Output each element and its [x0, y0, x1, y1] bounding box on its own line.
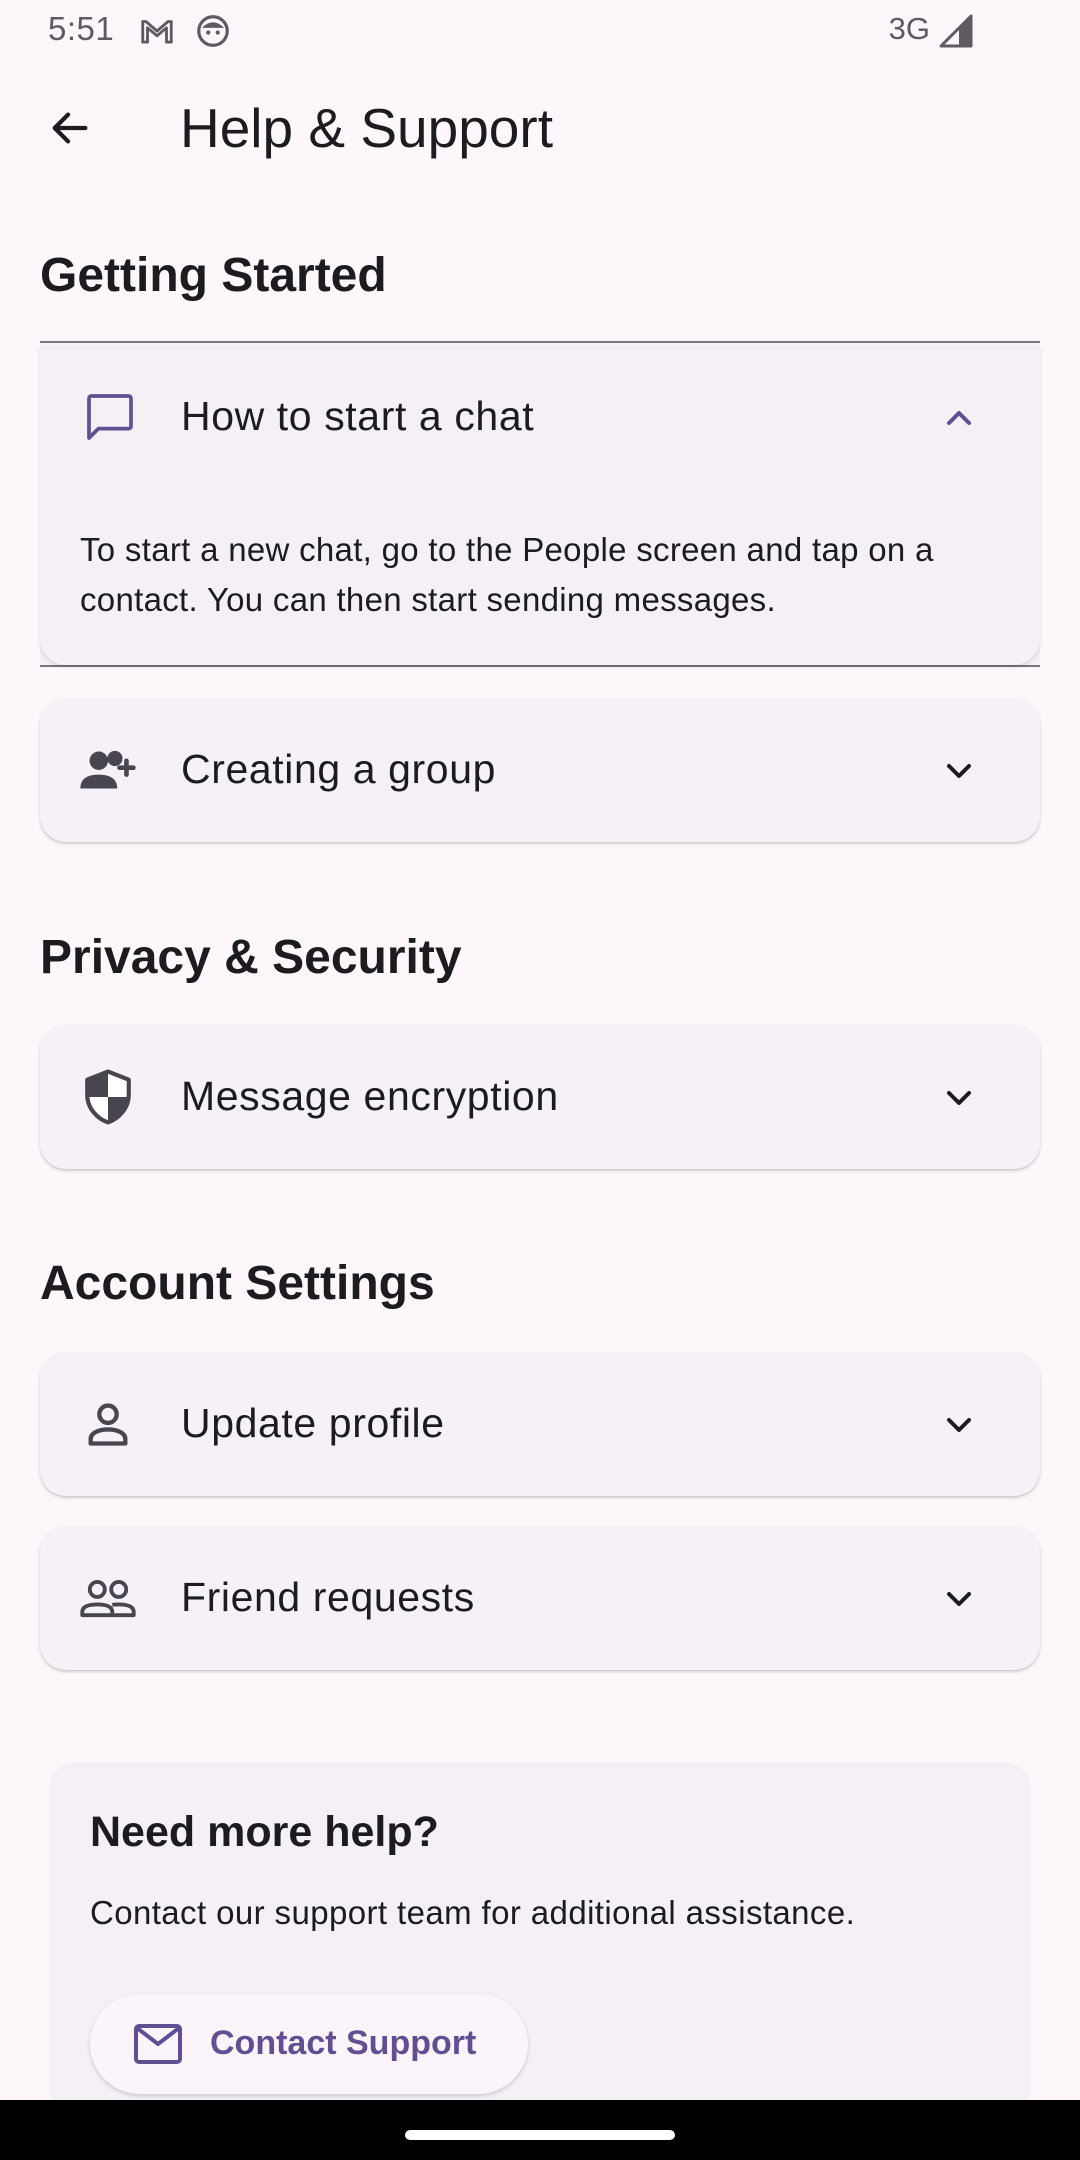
back-button[interactable]	[36, 96, 104, 164]
shield-icon	[78, 1067, 138, 1127]
chevron-down-icon[interactable]	[938, 1077, 980, 1119]
faq-item-creating-group[interactable]: Creating a group	[40, 698, 1040, 842]
help-card-description: Contact our support team for additional …	[90, 1894, 856, 1931]
section-heading-getting-started: Getting Started	[40, 249, 387, 302]
signal-icon	[938, 13, 974, 54]
faq-item-title: Update profile	[181, 1400, 445, 1446]
home-gesture-handle[interactable]	[405, 2130, 675, 2140]
person-icon	[78, 1394, 138, 1454]
faq-item-title: How to start a chat	[181, 393, 535, 439]
chevron-up-icon[interactable]	[938, 397, 980, 439]
system-nav-bar	[0, 2100, 1080, 2160]
gmail-icon	[138, 12, 176, 55]
network-type: 3G	[888, 11, 930, 46]
status-time: 5:51	[48, 10, 115, 47]
mail-icon	[132, 2022, 188, 2066]
faq-item-title: Friend requests	[181, 1574, 475, 1620]
help-card-title: Need more help?	[90, 1808, 439, 1856]
group-add-icon	[78, 740, 138, 800]
faq-item-friend-requests[interactable]: Friend requests	[40, 1526, 1040, 1670]
section-heading-account-settings: Account Settings	[40, 1257, 435, 1310]
chat-bubble-icon	[80, 387, 140, 447]
arrow-back-icon	[47, 105, 93, 156]
page-title: Help & Support	[180, 97, 553, 159]
chevron-down-icon[interactable]	[938, 1404, 980, 1446]
status-bar: 5:51 3G	[0, 0, 1080, 62]
faq-item-title: Message encryption	[181, 1073, 559, 1119]
contact-support-label: Contact Support	[210, 2024, 477, 2062]
faq-item-message-encryption[interactable]: Message encryption	[40, 1025, 1040, 1169]
chevron-down-icon[interactable]	[938, 1578, 980, 1620]
help-card: Need more help? Contact our support team…	[50, 1762, 1030, 2102]
face-icon	[194, 12, 232, 55]
app-bar: Help & Support	[0, 62, 1080, 198]
people-icon	[78, 1568, 138, 1628]
faq-item-start-chat[interactable]: How to start a chat To start a new chat,…	[40, 341, 1040, 667]
contact-support-button[interactable]: Contact Support	[90, 1994, 528, 2094]
chevron-down-icon[interactable]	[938, 750, 980, 792]
section-heading-privacy-security: Privacy & Security	[40, 931, 462, 984]
faq-answer: To start a new chat, go to the People sc…	[80, 531, 934, 618]
faq-item-update-profile[interactable]: Update profile	[40, 1352, 1040, 1496]
faq-item-title: Creating a group	[181, 746, 497, 792]
